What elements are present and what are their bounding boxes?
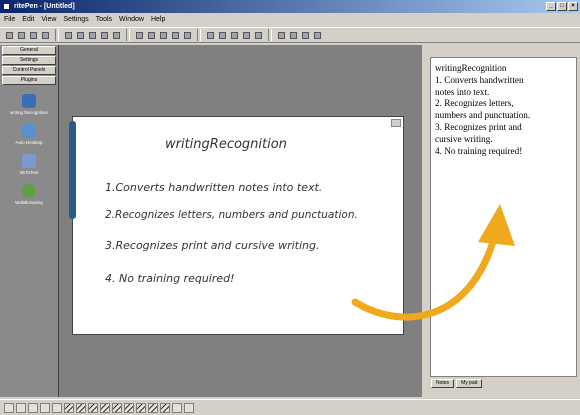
arrow-curve [351, 231, 499, 321]
arrow-head [478, 204, 515, 246]
curved-arrow-graphic [351, 204, 515, 321]
